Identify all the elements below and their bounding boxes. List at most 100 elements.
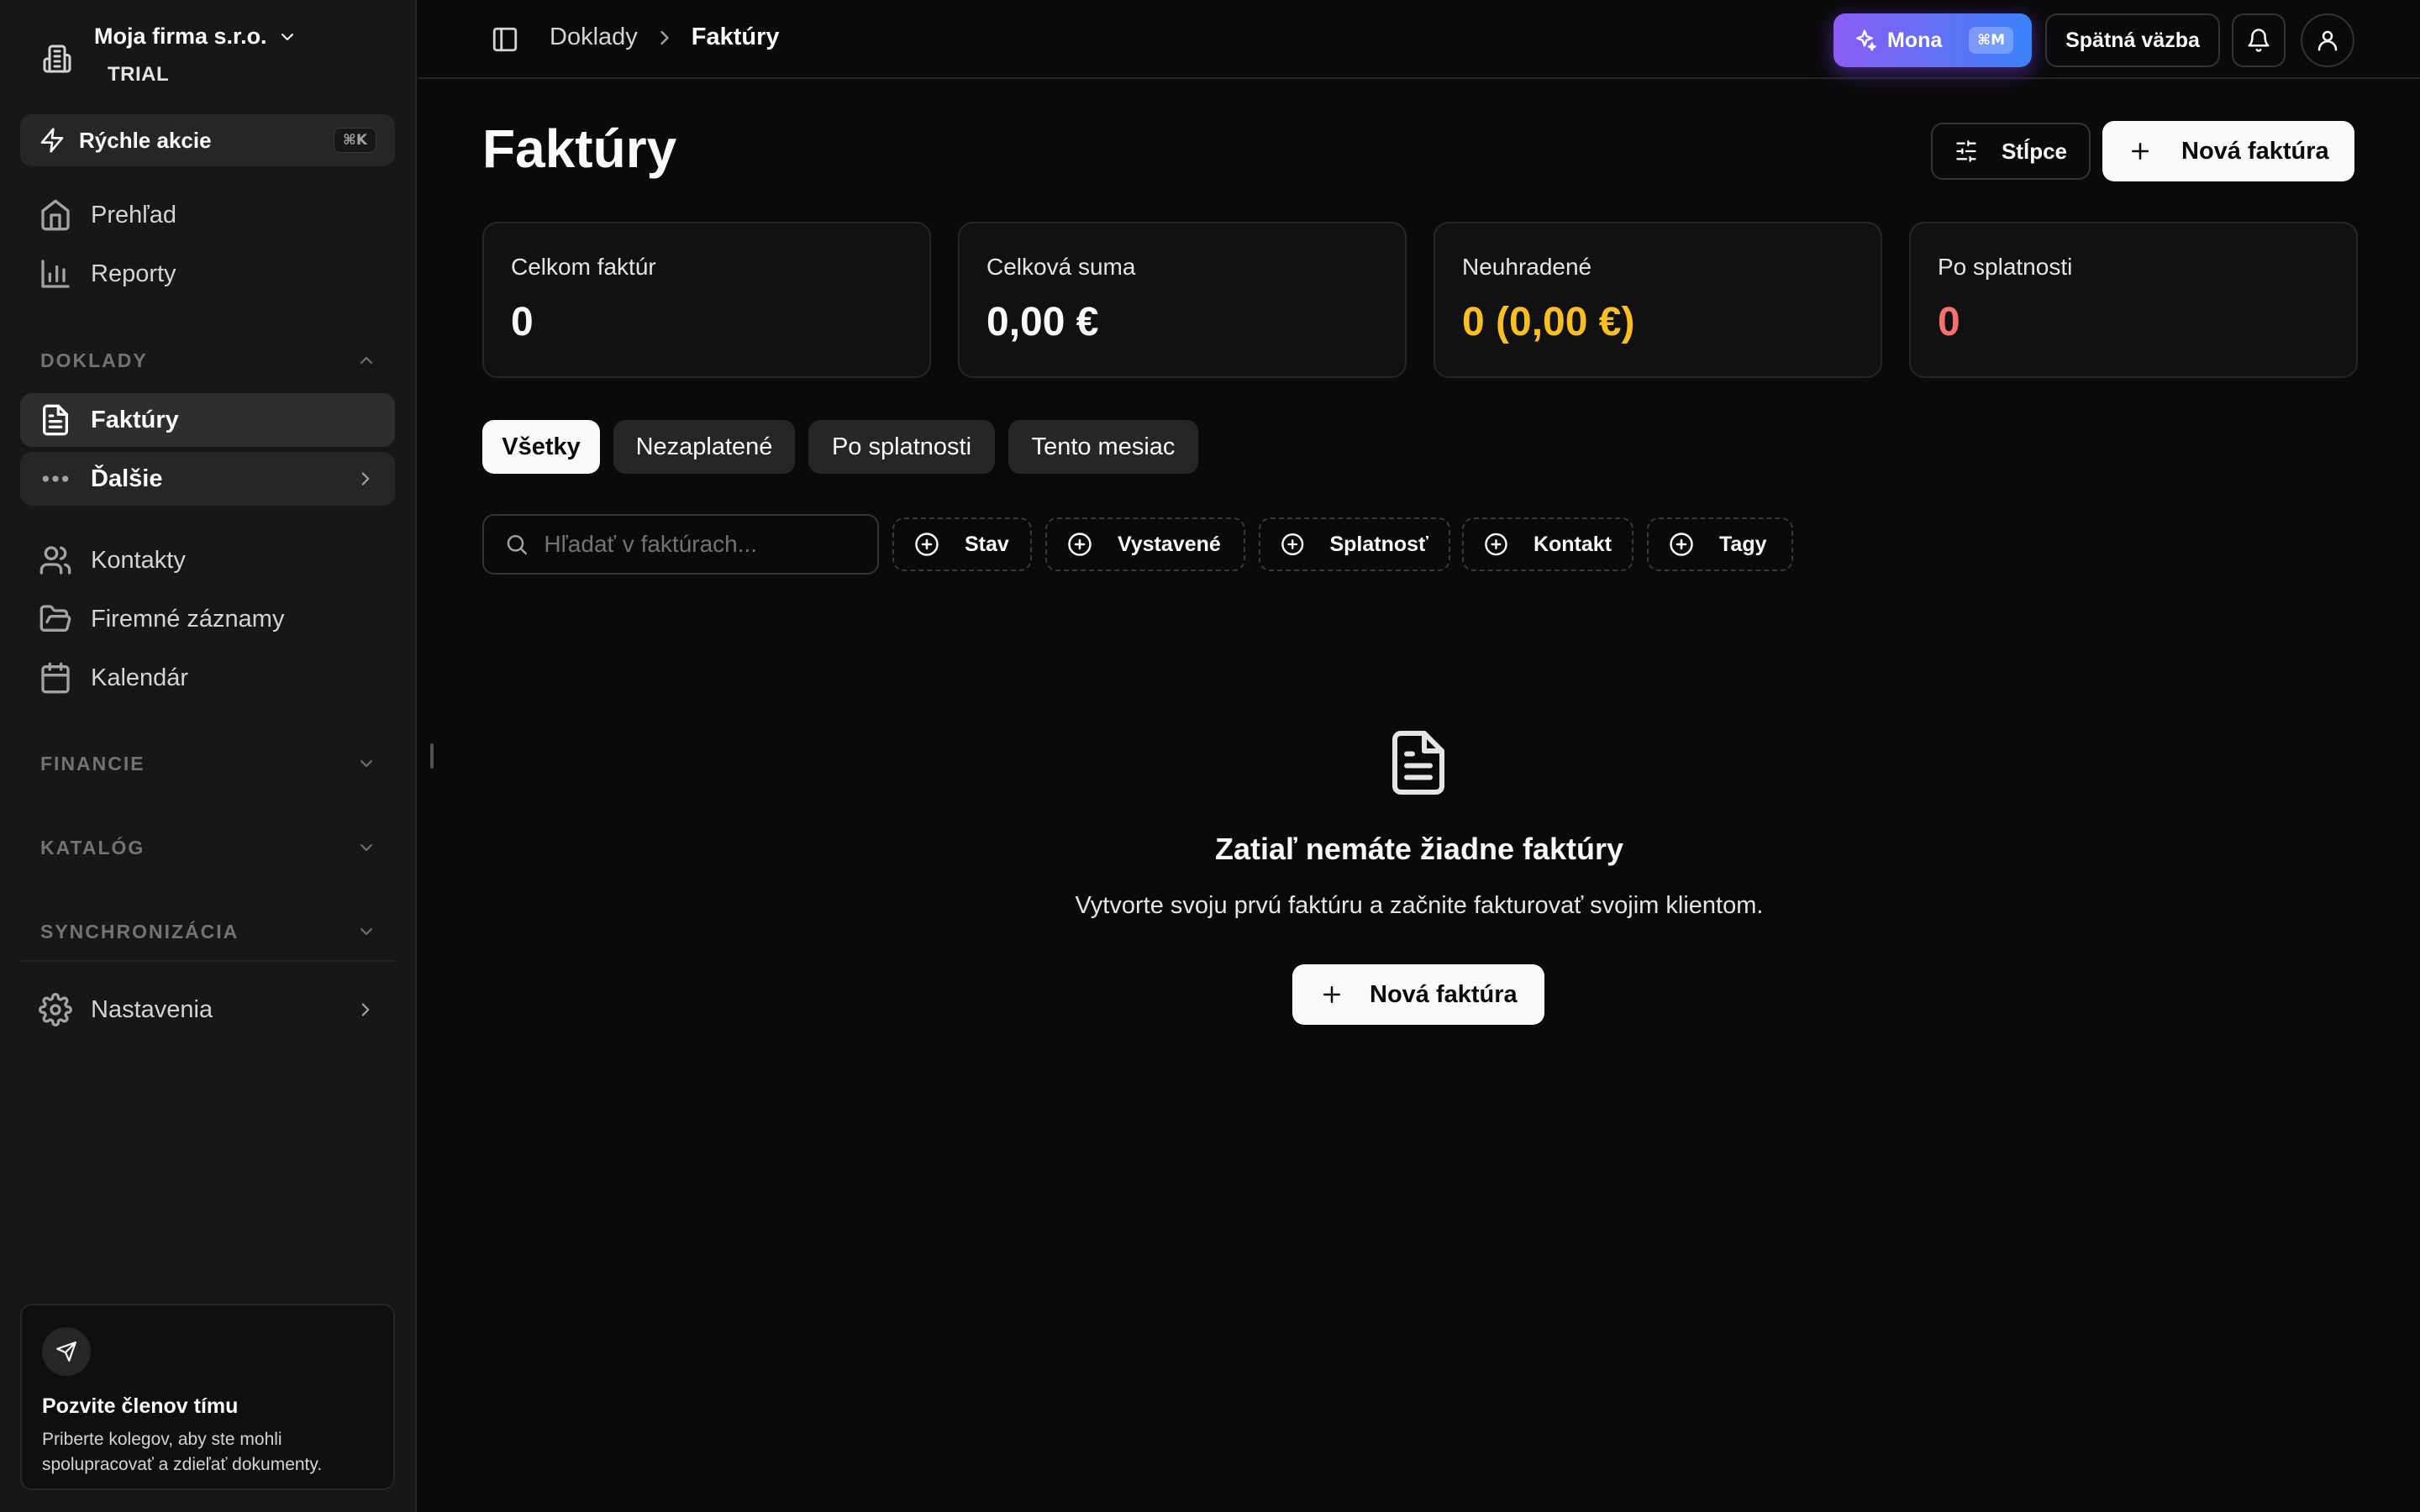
bell-icon [2248,29,2270,52]
sidebar-toggle-button[interactable] [491,25,519,54]
section-label: SYNCHRONIZÁCIA [40,920,239,942]
stat-card-unpaid: Neuhradené 0 (0,00 €) [1434,222,1882,378]
invite-title: Pozvite členov tímu [42,1394,239,1418]
plus-circle-icon [915,533,939,556]
breadcrumb: Doklady Faktúry [550,24,780,51]
quick-actions-shortcut: ⌘K [334,128,376,153]
stat-value: 0 [511,300,534,344]
filter-stav[interactable]: Stav [892,517,1032,571]
stat-card-total-amount: Celková suma 0,00 € [958,222,1407,378]
sidebar-item-prehlad[interactable]: Prehľad [20,188,395,242]
sidebar-item-kontakty[interactable]: Kontakty [20,533,395,587]
stat-card-overdue: Po splatnosti 0 [1909,222,2358,378]
home-icon [41,199,70,231]
file-text-icon [1383,722,1454,803]
organization-name: Moja firma s.r.o. [94,24,267,49]
empty-state-button-label: Nová faktúra [1370,980,1518,1008]
filter-label: Vystavené [1118,532,1221,556]
organization-switcher[interactable]: Moja firma s.r.o. TRIAL [20,18,397,99]
mona-assistant-button[interactable]: Mona ⌘M [1833,13,2032,67]
send-icon [42,1327,91,1376]
more-horizontal-icon [42,475,69,482]
empty-state-new-invoice-button[interactable]: Nová faktúra [1292,964,1544,1025]
sidebar-item-label: Reporty [91,260,176,287]
quick-actions-label: Rýchle akcie [79,127,212,153]
sidebar-item-nastavenia[interactable]: Nastavenia [20,983,395,1037]
sidebar-item-faktury[interactable]: Faktúry [20,393,395,447]
new-invoice-label: Nová faktúra [2181,137,2329,165]
sidebar-item-firemne-zaznamy[interactable]: Firemné záznamy [20,592,395,646]
stat-value: 0,00 € [986,300,1099,344]
plan-badge: TRIAL [108,63,170,86]
filter-splatnost[interactable]: Splatnosť [1259,517,1450,571]
chevron-down-icon [360,760,372,767]
section-label: KATALÓG [40,836,145,858]
calendar-icon [41,662,70,694]
mona-label: Mona [1887,28,1943,52]
chevron-down-icon [360,928,372,935]
filter-label: Stav [965,532,1009,556]
chevron-up-icon [360,357,372,364]
feedback-button[interactable]: Spätná väzba [2045,13,2220,67]
sidebar-item-reporty[interactable]: Reporty [20,247,395,301]
sparkles-icon [1856,29,1876,51]
chevron-down-icon [281,33,293,40]
filter-label: Tagy [1719,532,1767,556]
tab-po-splatnosti[interactable]: Po splatnosti [808,420,995,474]
tab-vsetky[interactable]: Všetky [482,420,600,474]
chevron-right-icon [361,1003,370,1016]
quick-actions-button[interactable]: Rýchle akcie ⌘K [20,114,395,166]
notifications-button[interactable] [2232,13,2286,67]
sidebar-item-label: Prehľad [91,201,176,228]
plus-icon [1323,986,1340,1003]
tab-tento-mesiac[interactable]: Tento mesiac [1008,420,1198,474]
filter-vystavene[interactable]: Vystavené [1045,517,1245,571]
plus-circle-icon [1281,533,1304,556]
plus-circle-icon [1670,533,1693,556]
columns-label: Stĺpce [2001,138,2067,164]
plus-circle-icon [1068,533,1092,556]
section-synchronizacia[interactable]: SYNCHRONIZÁCIA [40,915,376,948]
stat-label: Neuhradené [1462,254,1592,280]
bar-chart-icon [41,260,70,288]
section-katalog[interactable]: KATALÓG [40,831,376,864]
stat-value: 0 (0,00 €) [1462,300,1635,344]
sidebar-item-kalendar[interactable]: Kalendár [20,651,395,705]
invite-team-card[interactable]: Pozvite členov tímu Priberte kolegov, ab… [20,1304,395,1490]
empty-state-title: Zatiaľ nemáte žiadne faktúry [1214,832,1624,866]
sidebar-resize-handle[interactable] [430,743,434,769]
search-input[interactable] [544,531,857,558]
section-label: DOKLADY [40,349,148,371]
search-field[interactable] [482,514,879,575]
filter-kontakt[interactable]: Kontakt [1462,517,1634,571]
sidebar-item-dalsie[interactable]: Ďalšie [20,452,395,506]
tab-nezaplatene[interactable]: Nezaplatené [613,420,795,474]
breadcrumb-doklady[interactable]: Doklady [550,24,638,51]
filter-tagy[interactable]: Tagy [1647,517,1793,571]
sidebar-item-label: Nastavenia [91,995,213,1023]
invite-description: Priberte kolegov, aby ste mohli spolupra… [42,1430,323,1474]
search-icon [507,534,527,555]
chevron-down-icon [360,844,372,851]
building-icon [20,18,94,99]
sidebar-item-label: Kalendár [91,664,189,691]
section-doklady[interactable]: DOKLADY [40,344,376,377]
folder-open-icon [39,605,71,632]
columns-button[interactable]: Stĺpce [1931,123,2091,180]
stat-label: Celková suma [986,254,1136,280]
new-invoice-button[interactable]: Nová faktúra [2102,121,2354,181]
gear-icon [39,993,72,1026]
user-icon [2317,30,2338,51]
sidebar-divider [20,960,395,962]
filter-label: Kontakt [1533,532,1612,556]
user-menu-button[interactable] [2301,13,2354,67]
section-financie[interactable]: FINANCIE [40,747,376,780]
zap-icon [40,128,64,153]
sidebar: Moja firma s.r.o. TRIAL Rýchle akcie ⌘K … [0,0,417,1512]
plus-icon [2132,143,2149,160]
empty-state-description: Vytvorte svoju prvú faktúru a začnite fa… [1075,892,1764,919]
plus-circle-icon [1485,533,1507,556]
filter-label: Splatnosť [1329,532,1428,556]
stat-value: 0 [1938,300,1960,344]
sidebar-item-label: Kontakty [91,546,186,574]
